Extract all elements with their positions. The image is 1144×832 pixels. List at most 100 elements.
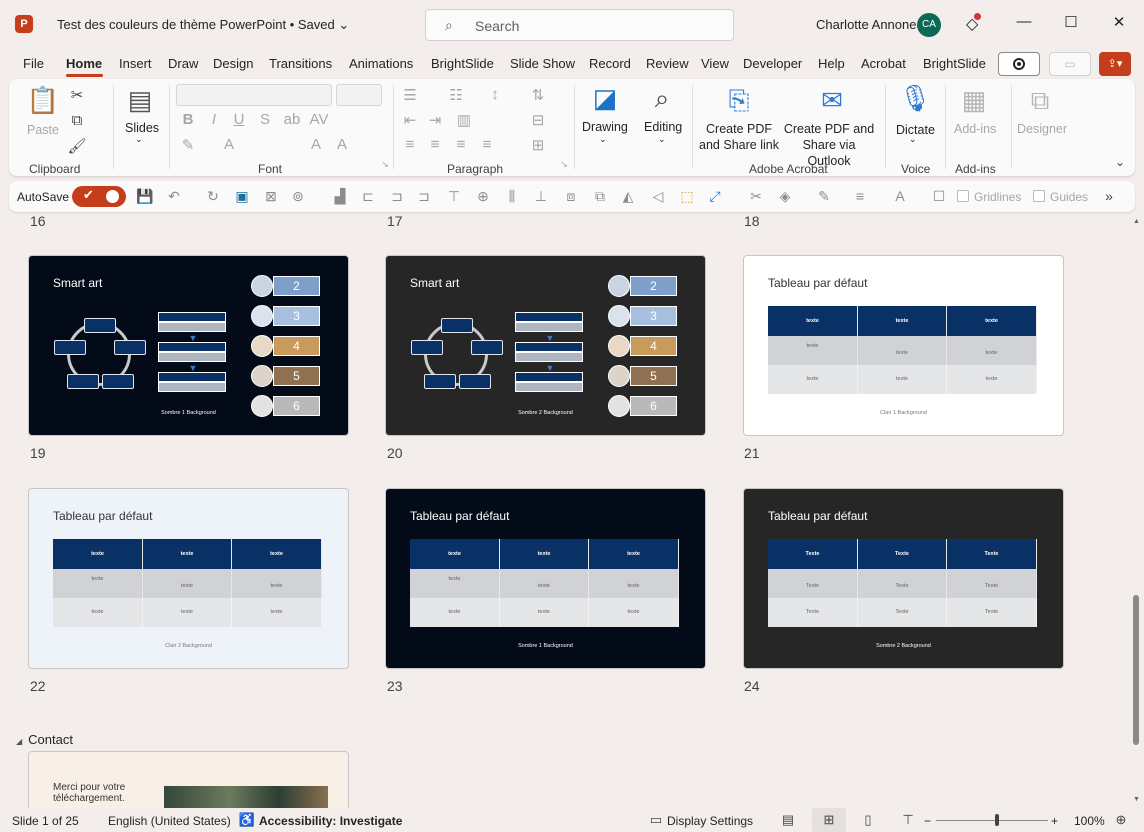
- accessibility-status[interactable]: Accessibility: Investigate: [259, 814, 402, 828]
- chevron-down-icon[interactable]: ⌄: [658, 134, 666, 145]
- chevron-down-icon[interactable]: ⌄: [909, 134, 917, 145]
- addins-button[interactable]: Add-ins: [954, 122, 996, 136]
- align-center-icon[interactable]: ⊐: [388, 188, 406, 205]
- normal-view-icon[interactable]: ▤: [777, 812, 799, 828]
- addins-icon[interactable]: ▦: [954, 85, 994, 116]
- search-box[interactable]: ⌕ Search: [425, 9, 734, 41]
- increase-font-icon[interactable]: A: [306, 136, 326, 153]
- italic-icon[interactable]: I: [204, 111, 224, 128]
- present-icon[interactable]: ▣: [233, 188, 251, 205]
- tab-design[interactable]: Design: [213, 56, 253, 71]
- increase-indent-icon[interactable]: ⇥: [425, 111, 445, 129]
- line-spacing-icon[interactable]: ↕: [485, 86, 505, 103]
- drawing-button[interactable]: Drawing: [582, 120, 628, 134]
- tab-file[interactable]: File: [23, 56, 44, 71]
- collapse-ribbon-icon[interactable]: ⌄: [1110, 155, 1130, 169]
- slide-sorter-view-icon[interactable]: ⊞: [818, 812, 840, 828]
- tab-acrobat[interactable]: Acrobat: [861, 56, 906, 71]
- comments-button[interactable]: ▭: [1049, 52, 1091, 76]
- diamond-icon[interactable]: ◇: [966, 13, 982, 34]
- dialog-launcher-icon[interactable]: ↘: [375, 159, 395, 170]
- zoom-slider[interactable]: [936, 820, 1048, 821]
- redo-icon[interactable]: ↻: [204, 188, 222, 205]
- save-icon[interactable]: 💾: [136, 188, 154, 205]
- flip-vertical-icon[interactable]: ◁: [649, 188, 667, 205]
- vertical-scrollbar[interactable]: ▲ ▼: [1130, 212, 1144, 808]
- align-right-icon[interactable]: ⊐: [415, 188, 433, 205]
- character-spacing-icon[interactable]: ab: [282, 111, 302, 128]
- accessibility-icon[interactable]: ♿: [236, 812, 258, 828]
- guides-checkbox[interactable]: [1033, 190, 1045, 202]
- selection-pane-icon[interactable]: ⬚: [678, 188, 696, 205]
- chevron-down-icon[interactable]: ⌄: [599, 134, 607, 145]
- shapes-icon[interactable]: ◪: [585, 83, 625, 114]
- numbering-icon[interactable]: ☷: [446, 86, 466, 104]
- align-middle-icon[interactable]: ⊕: [474, 188, 492, 205]
- tab-view[interactable]: View: [701, 56, 729, 71]
- scroll-up-icon[interactable]: ▲: [1133, 218, 1140, 225]
- language-status[interactable]: English (United States): [108, 814, 231, 828]
- scroll-down-icon[interactable]: ▼: [1133, 796, 1140, 803]
- align-top-icon[interactable]: ⊤: [445, 188, 463, 205]
- more-commands-icon[interactable]: »: [1100, 188, 1118, 204]
- copy-icon[interactable]: ⧉: [67, 112, 87, 129]
- line-weight-icon[interactable]: ≡: [851, 188, 869, 204]
- flip-horizontal-icon[interactable]: ◭: [619, 188, 637, 205]
- minimize-icon[interactable]: —: [1012, 13, 1036, 30]
- avatar[interactable]: CA: [917, 13, 941, 37]
- tab-review[interactable]: Review: [646, 56, 689, 71]
- columns-icon[interactable]: ▥: [454, 111, 474, 129]
- distribute-icon[interactable]: ⫼: [503, 188, 521, 205]
- maximize-icon[interactable]: ☐: [1059, 13, 1083, 31]
- border-icon[interactable]: ☐: [930, 188, 948, 205]
- slide-thumbnail-24[interactable]: Tableau par défaut Texte Texte Texte Tex…: [743, 488, 1064, 669]
- slide-thumbnail-20[interactable]: Smart art ▼ ▼ 2 3 4 5 6 Sombre 2 Backgro…: [385, 255, 706, 436]
- create-pdf-share-link-button[interactable]: Create PDF and Share link: [699, 121, 779, 153]
- strikethrough-icon[interactable]: S: [255, 111, 275, 128]
- zoom-level[interactable]: 100%: [1074, 814, 1105, 828]
- underline-icon[interactable]: U: [229, 111, 249, 128]
- justify-icon[interactable]: ≡: [477, 136, 497, 153]
- align-center-icon[interactable]: ≡: [425, 136, 445, 153]
- user-name[interactable]: Charlotte Annone: [816, 17, 916, 32]
- reading-view-icon[interactable]: ▯: [857, 812, 879, 828]
- tab-brightslide[interactable]: BrightSlide: [431, 56, 494, 71]
- tab-insert[interactable]: Insert: [119, 56, 152, 71]
- clear-formatting-icon[interactable]: A: [332, 136, 352, 153]
- display-settings-icon[interactable]: ▭: [645, 812, 667, 828]
- ungroup-icon[interactable]: ⧉: [591, 188, 609, 205]
- align-text-icon[interactable]: ⊟: [528, 111, 548, 129]
- paste-icon[interactable]: 📋: [23, 85, 63, 116]
- cut-icon[interactable]: ✂: [67, 86, 87, 104]
- fit-to-window-icon[interactable]: ⊕: [1110, 812, 1132, 828]
- chart-icon[interactable]: ▟: [331, 188, 349, 205]
- tab-home[interactable]: Home: [66, 56, 102, 71]
- tab-animations[interactable]: Animations: [349, 56, 413, 71]
- slide-thumbnail-22[interactable]: Tableau par défaut texte texte texte tex…: [28, 488, 349, 669]
- new-slide-icon[interactable]: ▤: [120, 85, 160, 116]
- shapes-merge-icon[interactable]: ⊚: [289, 188, 307, 205]
- tab-record[interactable]: Record: [589, 56, 631, 71]
- font-color-icon[interactable]: A: [219, 136, 239, 153]
- collapse-triangle-icon[interactable]: ◢: [16, 737, 22, 746]
- record-button[interactable]: [998, 52, 1040, 76]
- zoom-in-icon[interactable]: +: [1051, 814, 1058, 828]
- tab-transitions[interactable]: Transitions: [269, 56, 332, 71]
- slide-thumbnail-21[interactable]: Tableau par défaut texte texte texte tex…: [743, 255, 1064, 436]
- group-icon[interactable]: ⧈: [562, 188, 580, 205]
- align-left-icon[interactable]: ⊏: [359, 188, 377, 205]
- bullets-icon[interactable]: ☰: [400, 86, 420, 104]
- slide-sorter[interactable]: 16 17 18 Smart art ▼ ▼ 2 3 4 5 6 Sombre …: [0, 212, 1130, 808]
- smartart-convert-icon[interactable]: ⊞: [528, 136, 548, 154]
- font-color-icon[interactable]: A: [891, 188, 909, 204]
- designer-button[interactable]: Designer: [1017, 122, 1067, 136]
- slides-button[interactable]: Slides: [125, 121, 159, 135]
- undo-icon[interactable]: ↶: [165, 188, 183, 205]
- slide-thumbnail-19[interactable]: Smart art ▼ ▼ 2 3 4 5 6 Sombre 1 Backgro…: [28, 255, 349, 436]
- decrease-indent-icon[interactable]: ⇤: [400, 111, 420, 129]
- picture-icon[interactable]: ⊠: [262, 188, 280, 205]
- outline-icon[interactable]: ✎: [815, 188, 833, 205]
- font-family-select[interactable]: [176, 84, 332, 106]
- scroll-thumb[interactable]: [1133, 595, 1139, 745]
- zoom-out-icon[interactable]: −: [924, 814, 931, 828]
